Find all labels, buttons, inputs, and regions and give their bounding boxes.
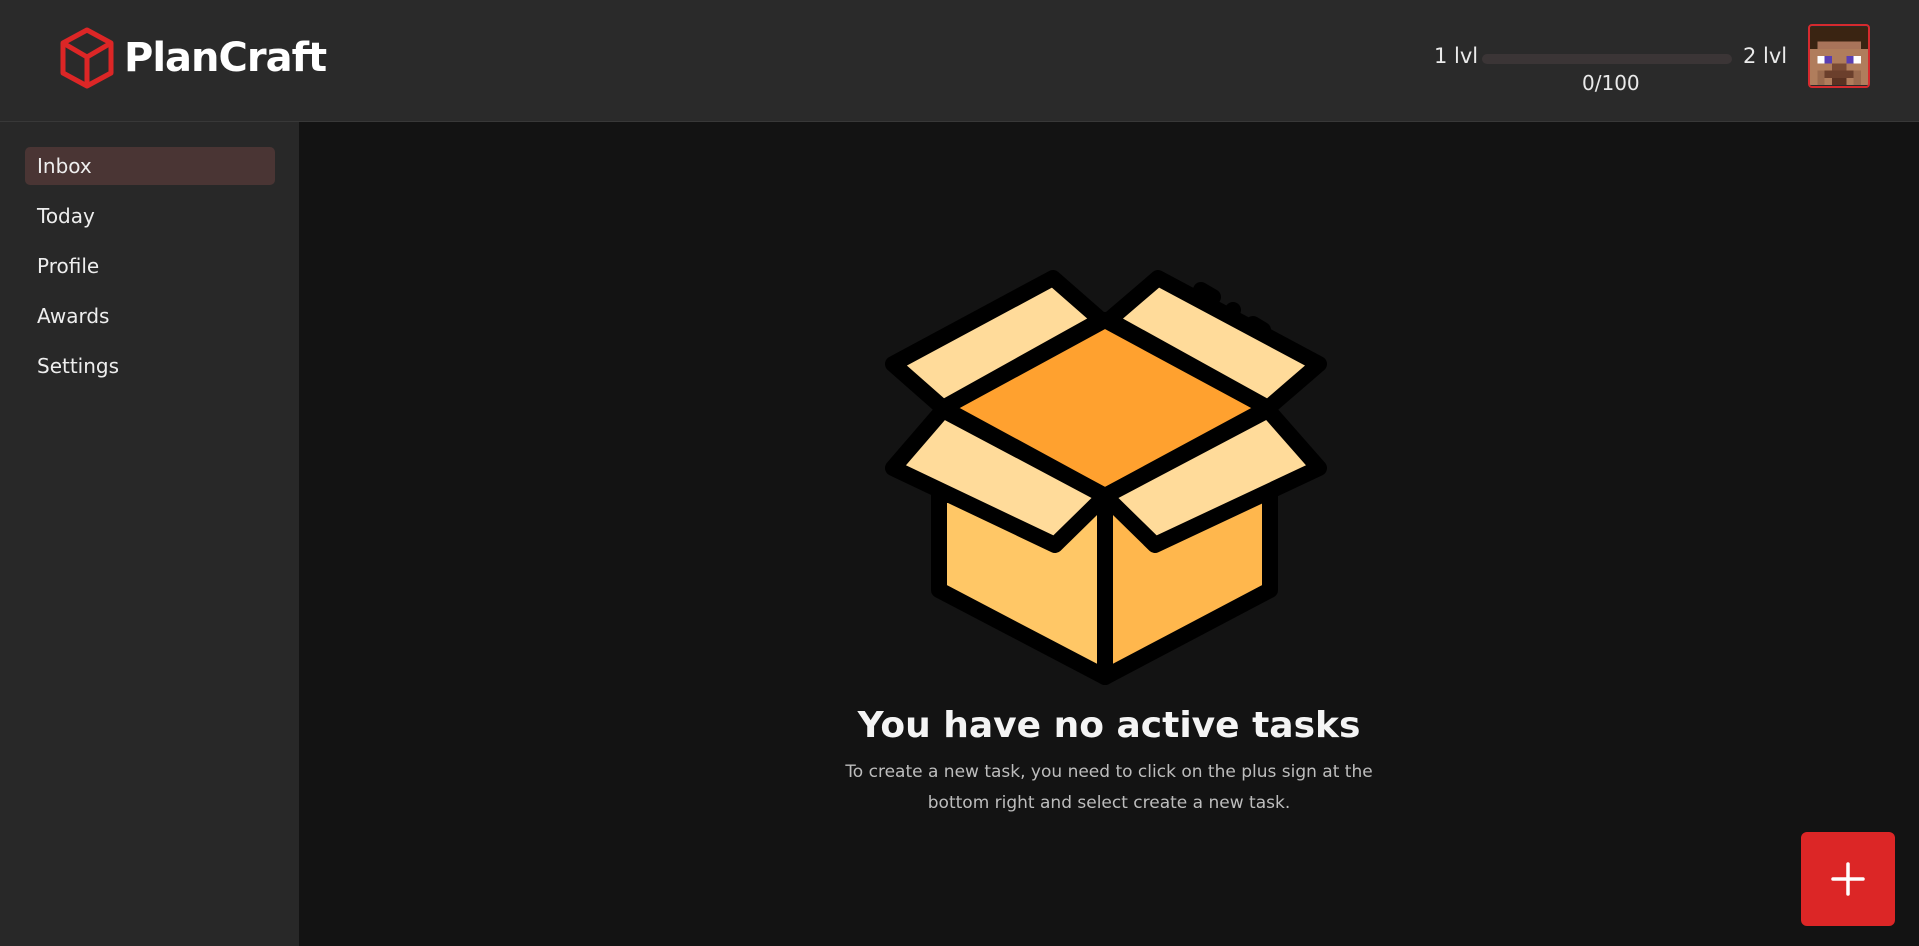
xp-counter: 0/100 — [1582, 71, 1640, 95]
sidebar-item-profile[interactable]: Profile — [25, 247, 275, 285]
cube-logo-icon — [60, 27, 114, 89]
next-level-label: 2 lvl — [1743, 44, 1788, 68]
xp-progress-bar — [1482, 54, 1732, 64]
sidebar-item-settings[interactable]: Settings — [25, 347, 275, 385]
sidebar-nav: Inbox Today Profile Awards Settings — [0, 122, 299, 946]
main-content: You have no active tasks To create a new… — [299, 122, 1919, 946]
open-box-icon — [885, 270, 1327, 685]
sidebar-item-today[interactable]: Today — [25, 197, 275, 235]
steve-avatar-icon — [1810, 27, 1868, 85]
empty-state-title: You have no active tasks — [857, 705, 1361, 746]
sidebar-item-inbox[interactable]: Inbox — [25, 147, 275, 185]
top-header: PlanCraft 1 lvl 2 lvl 0/100 — [0, 0, 1919, 122]
app-logo[interactable]: PlanCraft — [58, 26, 327, 90]
current-level-label: 1 lvl — [1434, 44, 1479, 68]
empty-state-description: To create a new task, you need to click … — [845, 762, 1373, 813]
sidebar-item-awards[interactable]: Awards — [25, 297, 275, 335]
add-task-button[interactable] — [1801, 832, 1895, 926]
plus-icon — [1831, 862, 1865, 896]
app-name: PlanCraft — [124, 35, 327, 81]
user-avatar[interactable] — [1808, 24, 1870, 88]
